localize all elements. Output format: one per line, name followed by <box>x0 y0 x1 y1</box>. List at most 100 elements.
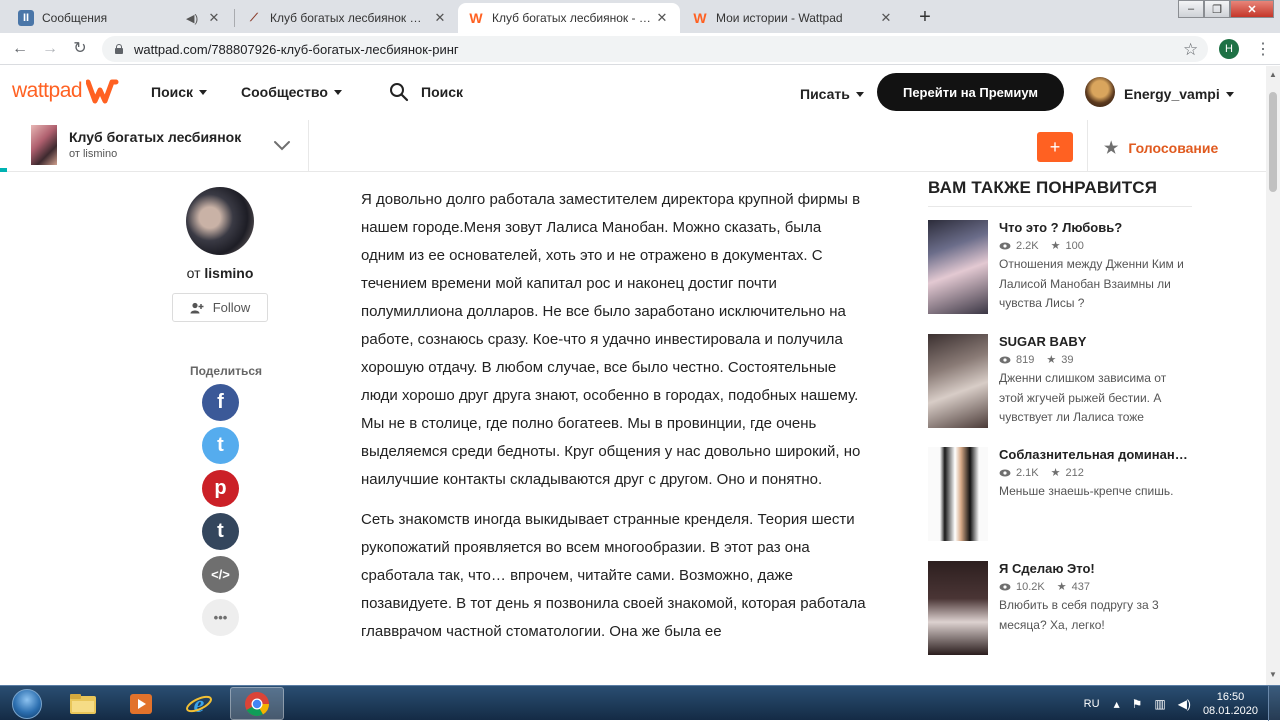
star-icon: ★ <box>1050 240 1061 252</box>
author-name-link[interactable]: lismino <box>204 265 253 281</box>
browser-menu-icon[interactable]: ⋮ <box>1255 39 1271 59</box>
scroll-thumb[interactable] <box>1269 92 1277 192</box>
internet-explorer-icon[interactable]: e <box>172 687 226 720</box>
facebook-icon[interactable]: f <box>202 384 239 421</box>
web-page: wattpad Поиск Сообщество Поиск Писать Пе… <box>0 66 1266 685</box>
chrome-icon[interactable] <box>230 687 284 720</box>
more-icon[interactable]: ••• <box>202 599 239 636</box>
story-title[interactable]: SUGAR BABY <box>999 334 1192 349</box>
page-scrollbar[interactable]: ▲ ▼ <box>1266 66 1280 685</box>
vote-button[interactable]: ★ Голосование <box>1104 138 1218 158</box>
tumblr-icon[interactable]: t <box>202 513 239 550</box>
caret-down-icon <box>199 89 208 95</box>
ie-logo-icon: e <box>186 692 212 717</box>
scroll-up-arrow-icon[interactable]: ▲ <box>1269 70 1277 79</box>
search-icon <box>390 83 409 102</box>
forward-button[interactable]: → <box>40 39 60 59</box>
close-icon[interactable]: ✕ <box>206 10 222 26</box>
recommended-story[interactable]: Соблазнительная доминантка 2.1K ★ 212 Ме… <box>928 447 1192 547</box>
share-heading: Поделиться <box>190 364 263 378</box>
scroll-down-arrow-icon[interactable]: ▼ <box>1269 670 1277 679</box>
reload-button[interactable]: ↻ <box>70 39 90 59</box>
nav-browse[interactable]: Поиск <box>151 84 208 100</box>
caret-down-icon <box>1225 91 1234 97</box>
recommended-story[interactable]: SUGAR BABY 819 ★ 39 Дженни слишком завис… <box>928 334 1192 434</box>
story-cover[interactable] <box>928 220 988 314</box>
story-description: Меньше знаешь-крепче спишь. <box>999 484 1174 498</box>
nav-community[interactable]: Сообщество <box>241 84 342 100</box>
caret-down-icon <box>855 91 864 97</box>
volume-icon[interactable]: ◀) <box>1178 697 1191 711</box>
browser-toolbar: ← → ↻ wattpad.com/788807926-клуб-богатых… <box>0 33 1280 65</box>
premium-button[interactable]: Перейти на Премиум <box>877 73 1064 111</box>
restore-button[interactable]: ❐ <box>1204 0 1230 18</box>
back-button[interactable]: ← <box>10 39 30 59</box>
story-title[interactable]: Что это ? Любовь? <box>999 220 1192 235</box>
lock-icon <box>114 44 124 54</box>
write-menu[interactable]: Писать <box>800 86 864 102</box>
minimize-button[interactable]: – <box>1178 0 1204 18</box>
pinterest-icon[interactable]: p <box>202 470 239 507</box>
action-center-flag-icon[interactable]: ⚑ <box>1132 697 1143 711</box>
tab-current-story[interactable]: W Клуб богатых лесбиянок - Ринг ✕ <box>458 3 680 33</box>
add-to-list-button[interactable]: + <box>1037 132 1073 162</box>
tab-separator <box>234 9 235 27</box>
show-hidden-icons-icon[interactable]: ▴ <box>1114 697 1120 711</box>
clock[interactable]: 16:50 08.01.2020 <box>1203 690 1258 718</box>
embed-icon[interactable]: </> <box>202 556 239 593</box>
play-icon <box>130 693 152 714</box>
recommended-story[interactable]: Я Сделаю Это! 10.2K ★ 437 Влюбить в себя… <box>928 561 1192 661</box>
recommended-story[interactable]: Что это ? Любовь? 2.2K ★ 100 Отношения м… <box>928 220 1192 320</box>
story-title[interactable]: Я Сделаю Это! <box>999 561 1192 576</box>
story-cover[interactable] <box>928 561 988 655</box>
user-menu[interactable]: Energy_vampi <box>1124 86 1234 102</box>
address-bar[interactable]: wattpad.com/788807926-клуб-богатых-лесби… <box>102 36 1208 62</box>
url-text: wattpad.com/788807926-клуб-богатых-лесби… <box>134 41 459 57</box>
twitter-icon[interactable]: t <box>202 427 239 464</box>
eye-icon <box>999 242 1011 249</box>
divider <box>1087 120 1088 172</box>
close-icon[interactable]: ✕ <box>654 10 670 26</box>
user-avatar[interactable] <box>1085 77 1115 107</box>
network-icon[interactable]: ▥ <box>1154 697 1165 711</box>
follow-button[interactable]: Follow <box>172 293 268 322</box>
wattpad-w-icon <box>86 79 119 104</box>
author-avatar[interactable] <box>186 187 254 255</box>
bookmark-star-icon[interactable]: ☆ <box>1183 40 1198 60</box>
wattpad-logo[interactable]: wattpad <box>12 78 120 104</box>
media-player-icon[interactable] <box>114 687 168 720</box>
tab-messages[interactable]: II Сообщения ◀) ✕ <box>8 3 232 33</box>
speaker-icon[interactable]: ◀) <box>186 12 200 25</box>
star-icon: ★ <box>1050 467 1061 479</box>
tab-original-story[interactable]: ⟋ Клуб богатых лесбиянок — ориги ✕ <box>236 3 458 33</box>
new-tab-button[interactable]: + <box>913 5 937 29</box>
close-icon[interactable]: ✕ <box>878 10 894 26</box>
language-indicator[interactable]: RU <box>1084 698 1100 710</box>
tab-my-stories[interactable]: W Мои истории - Wattpad ✕ <box>682 3 904 33</box>
story-cover[interactable] <box>928 447 988 541</box>
site-header: wattpad Поиск Сообщество Поиск Писать Пе… <box>0 66 1266 120</box>
story-cover[interactable] <box>928 334 988 428</box>
chevron-down-icon[interactable] <box>271 134 293 156</box>
eye-icon <box>999 356 1011 363</box>
story-stats: 2.2K ★ 100 <box>999 239 1084 252</box>
show-desktop-button[interactable] <box>1268 686 1280 721</box>
divider <box>928 206 1192 207</box>
search-input[interactable]: Поиск <box>389 82 463 102</box>
wattpad-icon: W <box>693 10 707 26</box>
windows-taskbar: e RU ▴ ⚑ ▥ ◀) 16:50 08.01.2020 <box>0 685 1280 721</box>
start-button[interactable] <box>4 686 50 721</box>
explorer-icon[interactable] <box>56 687 110 720</box>
messages-icon: II <box>18 10 34 26</box>
story-title[interactable]: Соблазнительная доминантка <box>999 447 1192 462</box>
profile-avatar[interactable]: Н <box>1219 39 1239 59</box>
close-icon[interactable]: ✕ <box>432 10 448 26</box>
story-description: Отношения между Дженни Ким и Лалисой Ман… <box>999 257 1184 310</box>
story-cover[interactable] <box>31 125 57 165</box>
paragraph: Я довольно долго работала заместителем д… <box>361 191 861 488</box>
story-title[interactable]: Клуб богатых лесбиянок <box>69 129 241 145</box>
svg-text:e: e <box>194 692 205 717</box>
folder-icon <box>70 693 96 714</box>
close-window-button[interactable]: ✕ <box>1230 0 1274 18</box>
story-description: Дженни слишком зависима от этой жгучей р… <box>999 371 1167 424</box>
